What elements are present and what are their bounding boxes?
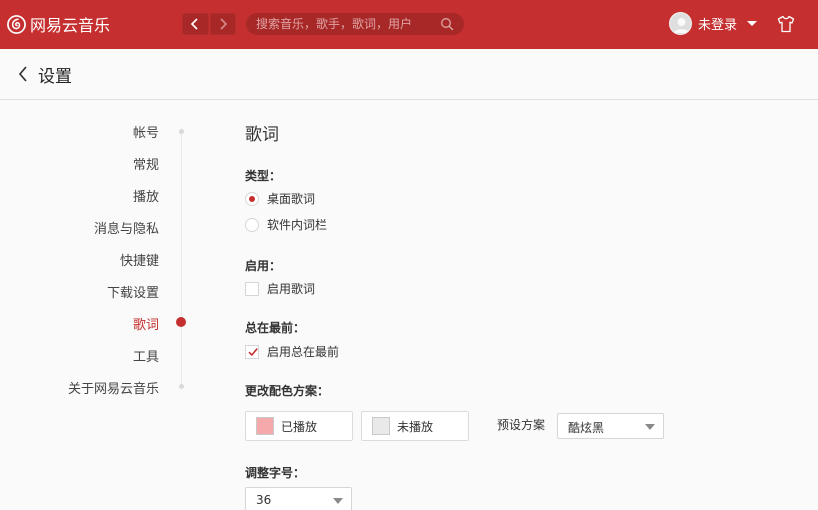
checkbox-label: 启用歌词 <box>267 282 316 296</box>
search-box <box>246 13 464 35</box>
default-avatar-icon <box>670 13 691 34</box>
radio-label: 软件内词栏 <box>267 218 328 232</box>
dropdown-arrow-icon <box>333 498 343 504</box>
played-color-label: 已播放 <box>281 419 318 434</box>
unplayed-color-label: 未播放 <box>397 419 434 434</box>
type-label: 类型： <box>245 169 282 183</box>
search-icon[interactable] <box>440 17 454 31</box>
sidebar-item-lyrics[interactable]: 歌词 <box>133 314 159 333</box>
dropdown-arrow-icon <box>645 424 655 430</box>
sidebar-item-account[interactable]: 帐号 <box>133 122 159 141</box>
history-nav <box>182 13 236 35</box>
user-menu[interactable]: 未登录 <box>669 12 758 35</box>
played-color-button[interactable]: 已播放 <box>245 411 353 441</box>
section-title: 歌词 <box>245 125 279 145</box>
unplayed-color-swatch <box>372 417 390 435</box>
radio-label: 桌面歌词 <box>267 192 316 206</box>
sidebar-item-general[interactable]: 常规 <box>133 154 159 173</box>
sidebar-dot <box>179 384 184 389</box>
sidebar-item-download[interactable]: 下载设置 <box>107 282 159 301</box>
sidebar-timeline <box>181 130 182 386</box>
sidebar-item-shortcuts[interactable]: 快捷键 <box>120 250 159 269</box>
checkmark-icon <box>248 347 258 356</box>
radio-selected[interactable] <box>245 191 259 206</box>
search-input[interactable] <box>256 13 436 35</box>
app-name: 网易云音乐 <box>30 16 111 35</box>
checkbox-label: 启用总在最前 <box>267 345 340 359</box>
page-header: 设置 <box>0 49 818 100</box>
caret-down-icon[interactable] <box>747 21 758 26</box>
back-icon[interactable] <box>17 65 29 83</box>
tshirt-icon[interactable] <box>776 14 796 34</box>
unplayed-color-button[interactable]: 未播放 <box>361 411 469 441</box>
top-bar: 网易云音乐 未登录 <box>0 0 818 49</box>
played-color-swatch <box>256 417 274 435</box>
fontsize-value: 36 <box>256 493 272 507</box>
scheme-label: 更改配色方案： <box>245 384 330 398</box>
sidebar-active-dot <box>176 317 186 327</box>
preset-value: 酷炫黑 <box>568 421 605 435</box>
sidebar-dot <box>179 129 184 134</box>
ontop-label: 总在最前： <box>245 321 306 335</box>
checkbox[interactable] <box>245 344 259 359</box>
sidebar-item-playback[interactable]: 播放 <box>133 186 159 205</box>
sidebar-item-privacy[interactable]: 消息与隐私 <box>94 218 159 237</box>
checkbox-always-on-top[interactable]: 启用总在最前 <box>245 343 339 360</box>
radio-desktop-lyrics[interactable]: 桌面歌词 <box>245 190 315 207</box>
sidebar-item-tools[interactable]: 工具 <box>133 346 159 365</box>
forward-nav-button[interactable] <box>209 13 236 35</box>
preset-select[interactable]: 酷炫黑 <box>557 413 664 439</box>
radio-unselected[interactable] <box>245 217 259 232</box>
netease-logo-icon <box>7 14 26 34</box>
fontsize-label: 调整字号： <box>245 466 306 480</box>
enable-label: 启用： <box>245 259 282 273</box>
lyrics-settings: 歌词 类型： 桌面歌词 软件内词栏 启用： 启用歌词 总在最前： 启用总在最前 … <box>245 100 805 510</box>
checkbox-enable-lyrics[interactable]: 启用歌词 <box>245 280 315 297</box>
settings-sidebar: 帐号 常规 播放 消息与隐私 快捷键 下载设置 歌词 工具 关于网易云音乐 <box>0 100 200 510</box>
chevron-left-icon <box>191 18 198 30</box>
back-nav-button[interactable] <box>182 13 209 35</box>
avatar[interactable] <box>669 12 692 35</box>
page-title: 设置 <box>38 67 72 87</box>
sidebar-item-about[interactable]: 关于网易云音乐 <box>68 378 159 397</box>
fontsize-select[interactable]: 36 <box>245 487 352 510</box>
preset-label: 预设方案 <box>497 418 546 432</box>
checkbox[interactable] <box>245 281 259 296</box>
user-name[interactable]: 未登录 <box>698 14 737 33</box>
radio-inapp-lyrics[interactable]: 软件内词栏 <box>245 216 327 233</box>
chevron-right-icon <box>220 18 227 30</box>
app-logo[interactable]: 网易云音乐 <box>7 12 110 36</box>
